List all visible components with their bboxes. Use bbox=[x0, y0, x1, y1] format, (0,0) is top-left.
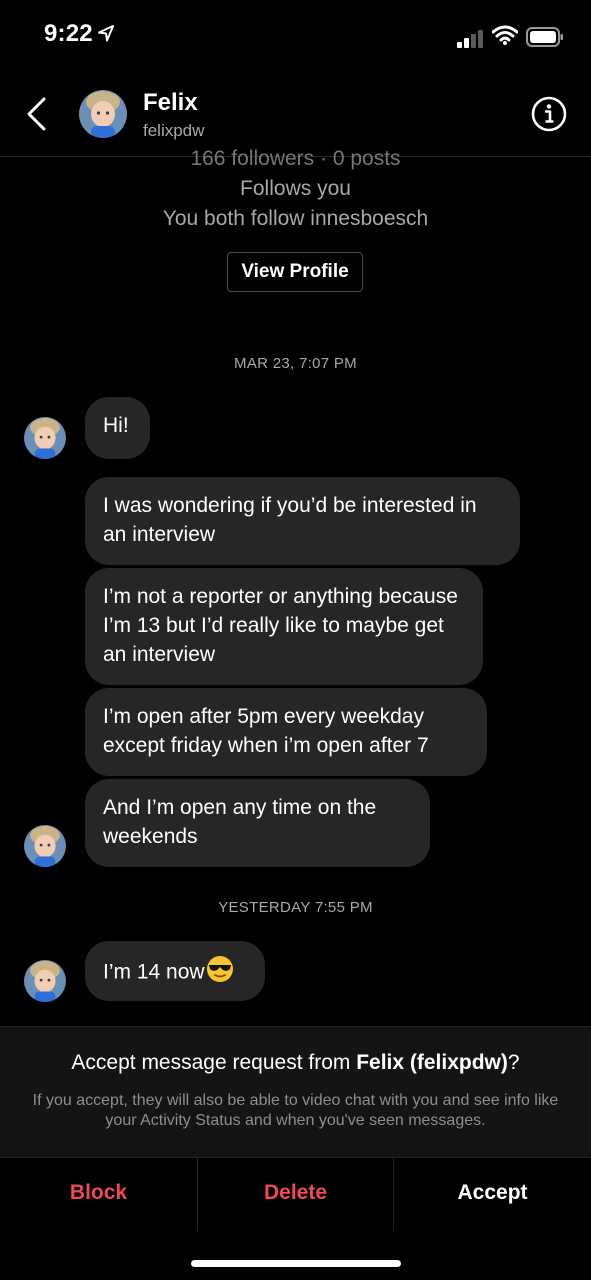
avatar[interactable] bbox=[24, 825, 66, 867]
message-bubble[interactable]: I’m not a reporter or anything because I… bbox=[85, 568, 483, 685]
status-bar: 9:22 bbox=[0, 0, 591, 76]
profile-stats: 166 followers · 0 posts bbox=[190, 147, 401, 170]
request-note: If you accept, they will also be able to… bbox=[32, 1092, 559, 1129]
delete-button[interactable]: Delete bbox=[197, 1158, 394, 1230]
mutual-follow-label: You both follow innesboesch bbox=[162, 207, 429, 230]
sunglasses-emoji-icon bbox=[206, 955, 234, 991]
request-actions: Block Delete Accept bbox=[0, 1157, 591, 1230]
timestamp: MAR 23, 7:07 PM bbox=[234, 355, 357, 372]
wifi-icon bbox=[491, 25, 519, 50]
message-bubble[interactable]: I was wondering if you’d be interested i… bbox=[85, 477, 520, 565]
battery-icon bbox=[526, 27, 564, 52]
timestamp: YESTERDAY 7:55 PM bbox=[218, 899, 373, 916]
profile-summary: 166 followers · 0 posts Follows you You … bbox=[0, 144, 591, 234]
message-request-panel: Accept message request from Felix (felix… bbox=[0, 1026, 591, 1157]
status-time: 9:22 bbox=[44, 20, 93, 47]
home-indicator[interactable] bbox=[191, 1260, 401, 1267]
message-bubble[interactable]: And I’m open any time on the weekends bbox=[85, 779, 430, 867]
back-button[interactable] bbox=[24, 96, 50, 132]
request-title: Accept message request from Felix (felix… bbox=[71, 1051, 520, 1074]
contact-name[interactable]: Felix bbox=[143, 89, 198, 117]
message-text: I’m 14 now bbox=[103, 960, 205, 984]
info-button[interactable] bbox=[530, 95, 568, 133]
avatar[interactable] bbox=[24, 960, 66, 1002]
block-button[interactable]: Block bbox=[0, 1158, 197, 1230]
location-arrow-icon bbox=[97, 24, 115, 47]
chevron-left-icon bbox=[27, 97, 46, 131]
follows-you-label: Follows you bbox=[240, 177, 351, 200]
accept-button[interactable]: Accept bbox=[394, 1158, 591, 1230]
view-profile-button[interactable]: View Profile bbox=[227, 252, 363, 292]
message-bubble[interactable]: I’m open after 5pm every weekday except … bbox=[85, 688, 487, 776]
request-sender: Felix (felixpdw) bbox=[356, 1051, 508, 1074]
info-icon bbox=[531, 96, 567, 132]
header-avatar[interactable] bbox=[79, 90, 127, 138]
contact-username: felixpdw bbox=[143, 121, 205, 140]
cellular-signal-icon bbox=[457, 30, 485, 53]
message-bubble[interactable]: I’m 14 now bbox=[85, 941, 265, 1001]
message-bubble[interactable]: Hi! bbox=[85, 397, 150, 459]
avatar[interactable] bbox=[24, 417, 66, 459]
